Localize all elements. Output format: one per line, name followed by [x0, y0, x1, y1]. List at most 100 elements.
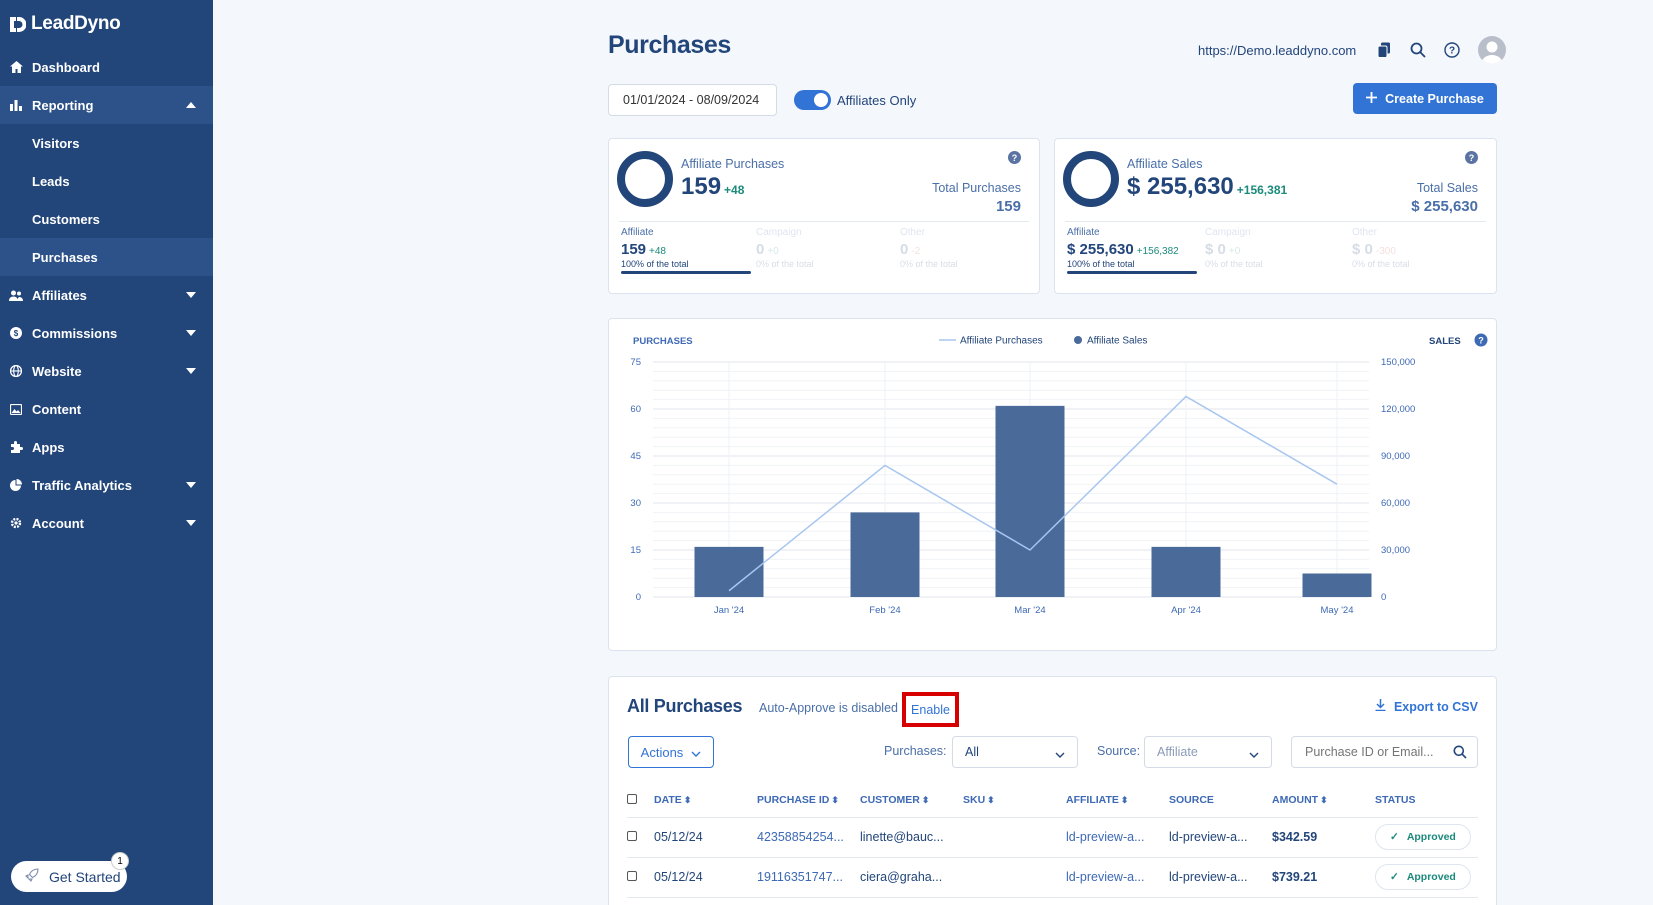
column-header-customer[interactable]: CUSTOMER ⬍ [860, 784, 963, 818]
breakdown-value-number: $ 0 [1352, 241, 1373, 258]
column-header-status: STATUS [1375, 784, 1478, 818]
search-icon[interactable] [1408, 40, 1428, 60]
breakdown-value-number: $ 255,630 [1067, 241, 1134, 258]
sidebar-subitem-visitors[interactable]: Visitors [0, 124, 213, 162]
help-icon[interactable]: ? [1008, 151, 1021, 164]
breakdown-value: 0 +0 [756, 241, 886, 258]
sidebar-subitem-purchases[interactable]: Purchases [0, 238, 213, 276]
sidebar-item-account[interactable]: Account [0, 504, 213, 542]
download-icon [1375, 699, 1386, 714]
y2-tick-label: 60,000 [1381, 498, 1410, 509]
select-all-checkbox[interactable] [627, 793, 637, 804]
rocket-icon [25, 868, 39, 885]
breakdown-progress [1067, 271, 1197, 274]
sort-icon: ⬍ [683, 795, 692, 806]
help-icon[interactable]: ? [1442, 40, 1462, 60]
search-icon[interactable] [1453, 745, 1467, 762]
breakdown-percent: 100% of the total [1067, 259, 1135, 269]
users-icon [9, 288, 23, 302]
breakdown-delta: -300 [1375, 246, 1396, 257]
y-axis-label: PURCHASES [633, 336, 693, 347]
purchases-filter-select[interactable]: All [952, 736, 1078, 768]
actions-dropdown[interactable]: Actions [628, 736, 714, 768]
sidebar-item-content[interactable]: Content [0, 390, 213, 428]
breakdown-value-number: $ 0 [1205, 241, 1226, 258]
enable-auto-approve-link[interactable]: Enable [902, 692, 959, 727]
get-started-button[interactable]: Get Started 1 [11, 852, 129, 892]
row-checkbox[interactable] [627, 831, 637, 841]
sidebar-item-traffic-analytics[interactable]: Traffic Analytics [0, 466, 213, 504]
affiliates-only-toggle[interactable] [794, 90, 831, 110]
sidebar-item-reporting[interactable]: Reporting [0, 86, 213, 124]
sort-icon: ⬍ [1320, 795, 1328, 806]
breakdown-title: Affiliate [621, 227, 654, 238]
column-header-sku[interactable]: SKU ⬍ [963, 784, 1066, 818]
create-purchase-button[interactable]: Create Purchase [1353, 83, 1497, 114]
sidebar-item-website[interactable]: Website [0, 352, 213, 390]
y-tick-label: 0 [636, 592, 641, 603]
x-tick-label: Jan '24 [714, 605, 744, 616]
chevron-down-icon [691, 745, 701, 760]
cell-purchase-id[interactable]: 42358854254... [757, 817, 860, 858]
cell-source: ld-preview-a... [1169, 817, 1272, 858]
status-badge[interactable]: ✓ Approved [1375, 824, 1471, 850]
source-filter-select[interactable]: Affiliate [1144, 736, 1272, 768]
cell-affiliate[interactable]: ld-preview-a... [1066, 857, 1169, 898]
export-csv-button[interactable]: Export to CSV [1375, 699, 1478, 714]
help-icon[interactable]: ? [1465, 151, 1478, 164]
status-badge[interactable]: ✓ Approved [1375, 864, 1471, 890]
breakdown-title: Affiliate [1067, 227, 1100, 238]
sort-icon: ⬍ [987, 795, 995, 806]
sort-icon: ⬍ [831, 795, 839, 806]
cell-affiliate[interactable]: ld-preview-a... [1066, 817, 1169, 858]
breakdown-value: $ 0 +0 [1205, 241, 1335, 258]
section-title: All Purchases [627, 696, 743, 716]
copy-icon[interactable] [1374, 40, 1394, 60]
column-header-date[interactable]: DATE ⬍ [654, 784, 757, 818]
stat-total-label: Total Sales [1416, 181, 1478, 195]
breakdown-other: Other 0 -2 0% of the total [900, 227, 1030, 269]
table-row[interactable]: 05/12/24 42358854254... linette@bauc... … [627, 817, 1478, 858]
stat-label: Affiliate Purchases [681, 157, 785, 171]
purchase-search-input[interactable] [1305, 745, 1445, 759]
breakdown-title: Other [1352, 227, 1378, 238]
column-header-label: AMOUNT [1272, 794, 1319, 807]
cell-purchase-id[interactable]: 19116351747... [757, 857, 860, 898]
breakdown-percent: 0% of the total [900, 259, 958, 269]
legend-dot-swatch [1074, 336, 1082, 344]
table-row[interactable]: 05/12/24 19116351747... ciera@graha... l… [627, 857, 1478, 898]
cell-amount: $739.21 [1272, 857, 1375, 898]
site-url: https://Demo.leaddyno.com [1198, 42, 1357, 58]
breakdown-percent: 100% of the total [621, 259, 689, 269]
user-avatar[interactable] [1478, 36, 1507, 64]
chevron-down-icon [186, 330, 196, 336]
sidebar-item-affiliates[interactable]: Affiliates [0, 276, 213, 314]
table-header-row: DATE ⬍ PURCHASE ID ⬍ CUSTOMER ⬍ SKU ⬍ AFFILI… [627, 784, 1478, 818]
purchases-filter-label: Purchases: [884, 744, 947, 758]
stat-delta: +156,381 [1236, 183, 1288, 197]
breakdown-value-number: 0 [756, 241, 765, 258]
breakdown-progress [621, 271, 751, 274]
sidebar-item-apps[interactable]: Apps [0, 428, 213, 466]
stat-value: 159 +48 [681, 173, 744, 201]
sidebar-subitem-leads[interactable]: Leads [0, 162, 213, 200]
row-checkbox[interactable] [627, 871, 637, 881]
chevron-down-icon [186, 292, 196, 298]
column-header-affiliate[interactable]: AFFILIATE ⬍ [1066, 784, 1169, 818]
stat-label: Affiliate Sales [1127, 157, 1203, 171]
x-tick-label: May '24 [1321, 605, 1354, 616]
breakdown-delta: +156,382 [1136, 246, 1179, 257]
sort-icon: ⬍ [921, 795, 930, 806]
sidebar-subitem-customers[interactable]: Customers [0, 200, 213, 238]
sidebar-item-dashboard[interactable]: Dashboard [0, 48, 213, 86]
sidebar-item-commissions[interactable]: $ Commissions [0, 314, 213, 352]
date-range-picker[interactable]: 01/01/2024 - 08/09/2024 [608, 84, 777, 116]
purchase-search-box [1291, 736, 1478, 768]
help-icon[interactable]: ? [1474, 333, 1488, 347]
y-tick-label: 15 [630, 545, 641, 556]
column-header-purchase-id[interactable]: PURCHASE ID ⬍ [757, 784, 860, 818]
column-header-amount[interactable]: AMOUNT ⬍ [1272, 784, 1375, 818]
affiliates-only-toggle-group: Affiliates Only [794, 90, 916, 110]
plus-icon [1366, 91, 1378, 106]
brand-logo[interactable]: LeadDyno [0, 0, 213, 48]
